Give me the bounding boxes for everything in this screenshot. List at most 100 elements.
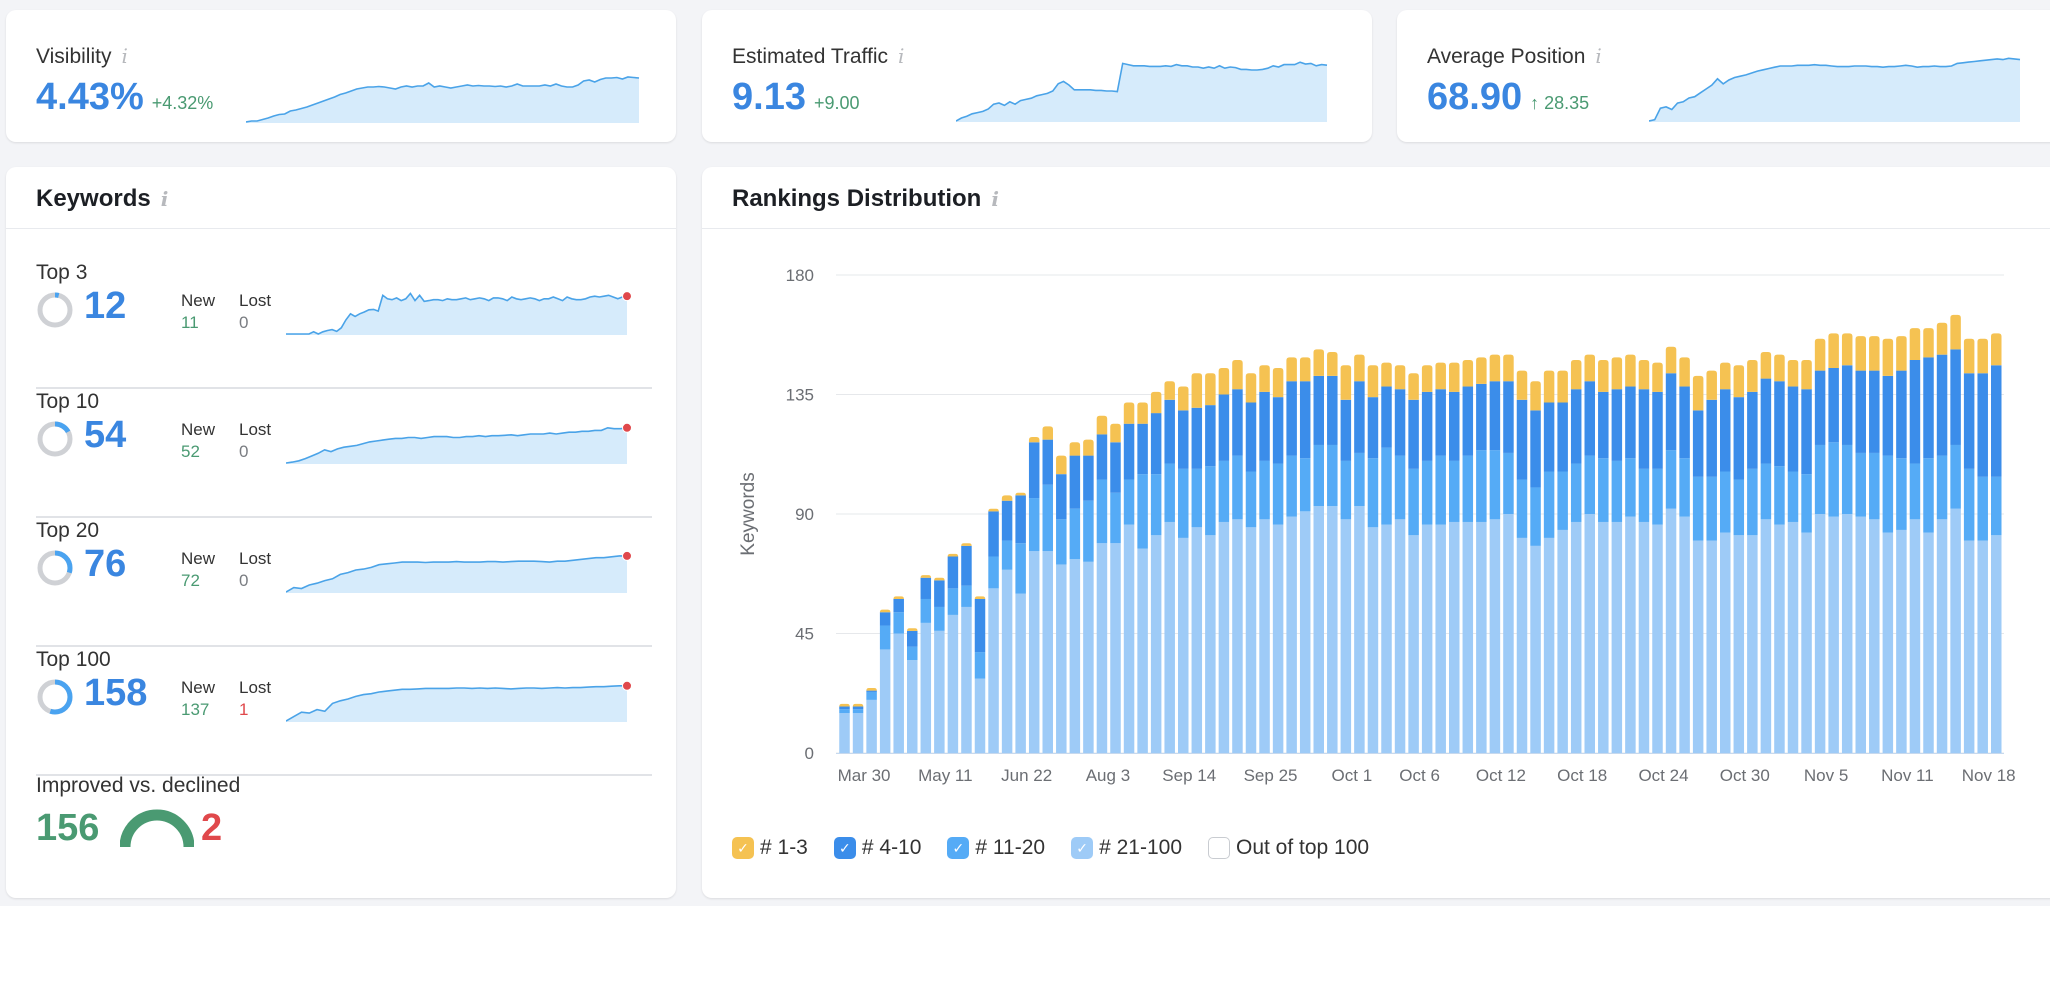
checkbox-checked-icon[interactable]: ✓ [1071, 837, 1093, 859]
bar-stack[interactable] [1761, 352, 1772, 753]
bar-stack[interactable] [1598, 360, 1609, 753]
bar-stack[interactable] [1192, 373, 1203, 753]
bar-stack[interactable] [1341, 365, 1352, 753]
bar-stack[interactable] [1557, 371, 1568, 753]
bar-stack[interactable] [1110, 424, 1121, 753]
checkbox-checked-icon[interactable]: ✓ [732, 837, 754, 859]
checkbox-unchecked-icon[interactable] [1208, 837, 1230, 859]
bar-stack[interactable] [1070, 442, 1081, 753]
bar-stack[interactable] [1327, 352, 1338, 753]
bar-stack[interactable] [907, 628, 918, 753]
bar-stack[interactable] [1300, 357, 1311, 753]
bar-stack[interactable] [1056, 456, 1067, 753]
bar-stack[interactable] [1503, 355, 1514, 753]
bar-stack[interactable] [866, 688, 877, 753]
bar-stack[interactable] [1314, 349, 1325, 753]
bar-stack[interactable] [1991, 333, 2002, 753]
info-icon[interactable]: i [121, 44, 127, 68]
bar-stack[interactable] [1422, 365, 1433, 753]
bar-stack[interactable] [921, 575, 932, 753]
bar-stack[interactable] [1517, 371, 1528, 753]
bar-stack[interactable] [1950, 315, 1961, 753]
bar-stack[interactable] [1219, 368, 1230, 753]
bar-stack[interactable] [1679, 357, 1690, 753]
bar-stack[interactable] [1232, 360, 1243, 753]
bar-stack[interactable] [1977, 339, 1988, 753]
bar-stack[interactable] [1463, 360, 1474, 753]
bar-stack[interactable] [1205, 373, 1216, 753]
checkbox-checked-icon[interactable]: ✓ [834, 837, 856, 859]
info-icon[interactable]: i [898, 44, 904, 68]
bar-stack[interactable] [1381, 363, 1392, 753]
bar-stack[interactable] [934, 578, 945, 753]
bar-stack[interactable] [1666, 347, 1677, 753]
bar-stack[interactable] [1530, 381, 1541, 753]
bar-stack[interactable] [1137, 402, 1148, 753]
bar-stack[interactable] [1083, 440, 1094, 753]
info-icon[interactable]: i [1595, 44, 1601, 68]
keyword-tier-row[interactable]: Top 20 76 New72 Lost0 [36, 519, 652, 647]
bar-stack[interactable] [1490, 355, 1501, 753]
bar-stack[interactable] [893, 596, 904, 753]
bar-stack[interactable] [1544, 371, 1555, 753]
info-icon[interactable]: i [161, 187, 169, 211]
bar-stack[interactable] [1910, 328, 1921, 753]
bar-stack[interactable] [1625, 355, 1636, 753]
bar-stack[interactable] [1395, 365, 1406, 753]
bar-stack[interactable] [1273, 368, 1284, 753]
bar-stack[interactable] [948, 554, 959, 753]
keyword-tier-row[interactable]: Top 3 12 New11 Lost0 [36, 261, 652, 389]
bar-stack[interactable] [1693, 376, 1704, 753]
bar-stack[interactable] [1002, 495, 1013, 753]
bar-stack[interactable] [1639, 360, 1650, 753]
bar-stack[interactable] [1408, 373, 1419, 753]
bar-stack[interactable] [1652, 363, 1663, 753]
bar-stack[interactable] [1774, 355, 1785, 753]
bar-stack[interactable] [1571, 360, 1582, 753]
bar-stack[interactable] [1449, 363, 1460, 753]
bar-stack[interactable] [1815, 339, 1826, 753]
bar-stack[interactable] [1706, 371, 1717, 753]
bar-stack[interactable] [961, 543, 972, 753]
bar-stack[interactable] [1124, 402, 1135, 753]
bar-stack[interactable] [1259, 365, 1270, 753]
bar-stack[interactable] [1883, 339, 1894, 753]
bar-stack[interactable] [839, 704, 850, 753]
bar-stack[interactable] [1151, 392, 1162, 753]
bar-stack[interactable] [975, 596, 986, 753]
bar-stack[interactable] [1354, 355, 1365, 753]
bar-stack[interactable] [1856, 336, 1867, 753]
bar-stack[interactable] [1015, 493, 1026, 753]
bar-stack[interactable] [1097, 416, 1108, 753]
bar-stack[interactable] [1585, 355, 1596, 753]
bar-stack[interactable] [1734, 365, 1745, 753]
bar-stack[interactable] [1937, 323, 1948, 753]
bar-stack[interactable] [1435, 363, 1446, 753]
bar-stack[interactable] [1720, 363, 1731, 753]
bar-stack[interactable] [1788, 360, 1799, 753]
keyword-tier-row[interactable]: Top 10 54 New52 Lost0 [36, 390, 652, 518]
bar-stack[interactable] [1828, 333, 1839, 753]
bar-stack[interactable] [1476, 357, 1487, 753]
bar-stack[interactable] [1964, 339, 1975, 753]
keyword-tier-row[interactable]: Top 100 158 New137 Lost1 [36, 648, 652, 776]
bar-stack[interactable] [1923, 328, 1934, 753]
bar-stack[interactable] [1178, 387, 1189, 753]
legend-item[interactable]: ✓# 4-10 [834, 836, 922, 860]
bar-stack[interactable] [1164, 381, 1175, 753]
bar-stack[interactable] [1368, 365, 1379, 753]
bar-stack[interactable] [1246, 373, 1257, 753]
bar-stack[interactable] [880, 610, 891, 753]
bar-stack[interactable] [1043, 426, 1054, 753]
bar-stack[interactable] [1747, 360, 1758, 753]
legend-item[interactable]: ✓# 11-20 [947, 836, 1045, 860]
legend-item[interactable]: Out of top 100 [1208, 836, 1369, 860]
bar-stack[interactable] [1869, 336, 1880, 753]
bar-stack[interactable] [1801, 360, 1812, 753]
legend-item[interactable]: ✓# 1-3 [732, 836, 808, 860]
bar-stack[interactable] [1029, 437, 1040, 753]
legend-item[interactable]: ✓# 21-100 [1071, 836, 1182, 860]
bar-stack[interactable] [1842, 333, 1853, 753]
bar-stack[interactable] [1286, 357, 1297, 753]
bar-stack[interactable] [1612, 357, 1623, 753]
